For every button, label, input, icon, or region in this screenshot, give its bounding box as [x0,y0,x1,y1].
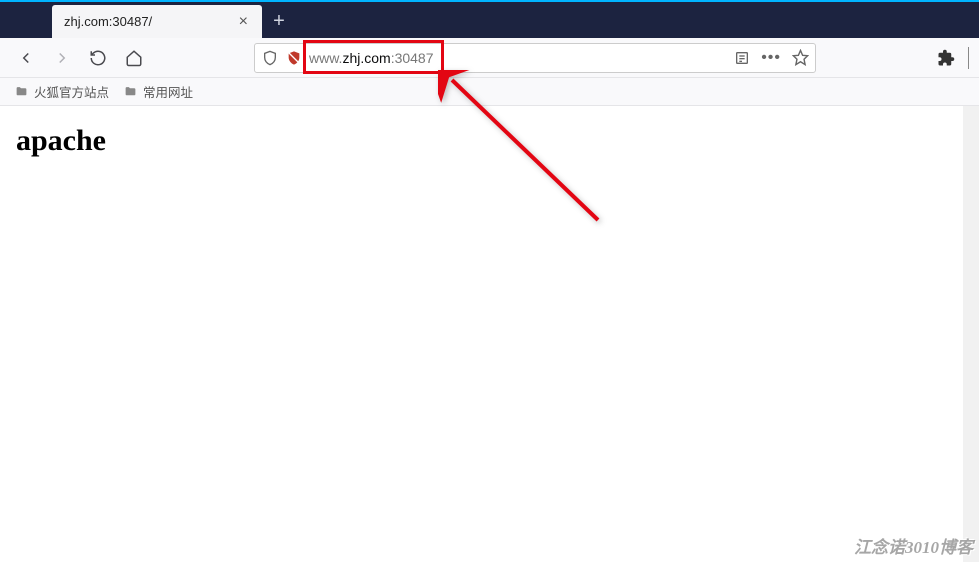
url-domain: zhj.com [342,50,390,66]
urlbar-actions: ••• [733,49,809,67]
star-icon[interactable] [791,49,809,67]
page-heading: apache [16,124,963,158]
arrow-left-icon [17,49,35,67]
forward-button[interactable] [46,42,78,74]
bookmarks-toolbar: 火狐官方站点 常用网址 [0,78,979,106]
bookmark-item-firefox[interactable]: 火狐官方站点 [14,82,109,101]
toolbar-right [930,42,969,74]
page-actions-icon[interactable]: ••• [761,49,781,67]
reload-icon [89,49,107,67]
home-icon [125,49,143,67]
bookmark-label: 常用网址 [143,82,193,101]
back-button[interactable] [10,42,42,74]
url-suffix: :30487 [391,50,434,66]
new-tab-button[interactable]: + [262,5,296,38]
arrow-right-icon [53,49,71,67]
watermark: 江念诺3010博客 [854,533,973,558]
url-text[interactable]: www.zhj.com:30487 [309,50,727,66]
url-prefix: www. [309,50,342,66]
toolbar-divider [968,47,969,69]
home-button[interactable] [118,42,150,74]
extensions-button[interactable] [930,42,962,74]
reload-button[interactable] [82,42,114,74]
toolbar: www.zhj.com:30487 ••• [0,38,979,78]
folder-icon [123,85,138,98]
scrollbar[interactable] [963,106,979,562]
bookmark-item-common[interactable]: 常用网址 [123,82,193,101]
tracking-off-icon[interactable] [285,49,303,67]
bookmark-label: 火狐官方站点 [34,82,109,101]
reader-view-icon[interactable] [733,49,751,67]
close-icon[interactable]: × [235,13,252,31]
browser-tab[interactable]: zhj.com:30487/ × [52,5,262,38]
puzzle-icon [937,49,955,67]
urlbar-wrap: www.zhj.com:30487 ••• [254,43,816,73]
url-bar[interactable]: www.zhj.com:30487 ••• [254,43,816,73]
page-content: apache [0,106,979,176]
folder-icon [14,85,29,98]
shield-icon[interactable] [261,49,279,67]
tab-title: zhj.com:30487/ [64,14,152,29]
plus-icon: + [273,10,285,33]
titlebar: zhj.com:30487/ × + [0,0,979,38]
